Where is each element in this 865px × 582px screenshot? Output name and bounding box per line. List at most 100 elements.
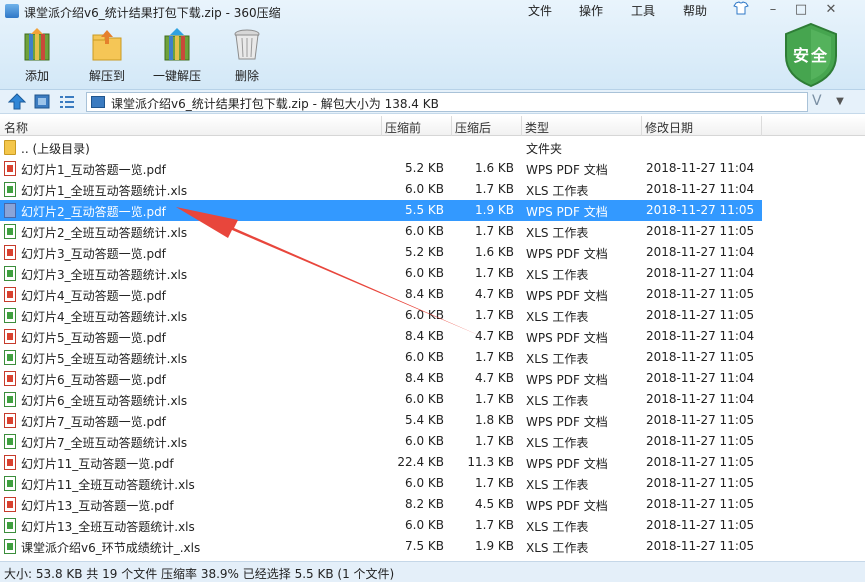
column-divider[interactable]	[381, 116, 382, 136]
table-row[interactable]: 幻灯片11_全班互动答题统计.xls 6.0 KB 1.7 KB XLS 工作表 201…	[0, 473, 762, 494]
table-row[interactable]: 幻灯片13_互动答题一览.pdf 8.2 KB 4.5 KB WPS PDF 文档 20…	[0, 494, 762, 515]
file-date: 2018-11-27 11:05	[646, 224, 755, 238]
file-size: 6.0 KB	[405, 476, 444, 490]
file-size: 6.0 KB	[405, 308, 444, 322]
file-packed-size: 1.7 KB	[475, 476, 514, 490]
file-date: 2018-11-27 11:05	[646, 287, 755, 301]
file-type: WPS PDF 文档	[526, 163, 608, 177]
address-dropdown-icon[interactable]: ▼	[832, 93, 848, 111]
table-row[interactable]: 幻灯片1_全班互动答题统计.xls 6.0 KB 1.7 KB XLS 工作表 2018…	[0, 179, 762, 200]
file-packed-size: 1.7 KB	[475, 350, 514, 364]
one-click-extract-button[interactable]: 一键解压	[149, 26, 205, 86]
menu-help[interactable]: 帮助	[683, 2, 707, 19]
table-row[interactable]: 幻灯片1_互动答题一览.pdf 5.2 KB 1.6 KB WPS PDF 文档 201…	[0, 158, 762, 179]
column-date[interactable]: 修改日期	[645, 119, 693, 136]
file-date: 2018-11-27 11:05	[646, 539, 755, 553]
table-row[interactable]: 幻灯片4_全班互动答题统计.xls 6.0 KB 1.7 KB XLS 工作表 2018…	[0, 305, 762, 326]
close-icon[interactable]: ✕	[820, 1, 842, 19]
file-date: 2018-11-27 11:05	[646, 518, 755, 532]
security-shield[interactable]: 安全	[782, 22, 840, 88]
table-row[interactable]: 幻灯片13_全班互动答题统计.xls 6.0 KB 1.7 KB XLS 工作表 201…	[0, 515, 762, 536]
pdf-file-icon	[4, 413, 16, 428]
xls-file-icon	[4, 182, 16, 197]
file-name: 幻灯片11_互动答题一览.pdf	[21, 457, 174, 471]
file-name: 幻灯片4_互动答题一览.pdf	[21, 289, 166, 303]
window-title: 课堂派介绍v6_统计结果打包下载.zip - 360压缩	[24, 6, 281, 20]
file-name: 幻灯片3_互动答题一览.pdf	[21, 247, 166, 261]
column-size[interactable]: 压缩前	[385, 119, 421, 136]
maximize-icon[interactable]: □	[790, 1, 812, 19]
file-date: 2018-11-27 11:04	[646, 182, 755, 196]
pdf-file-icon	[4, 245, 16, 260]
column-name[interactable]: 名称	[4, 119, 28, 136]
table-row[interactable]: 幻灯片7_互动答题一览.pdf 5.4 KB 1.8 KB WPS PDF 文档 201…	[0, 410, 762, 431]
file-name: 幻灯片13_全班互动答题统计.xls	[21, 520, 195, 534]
file-type: XLS 工作表	[526, 541, 589, 555]
parent-directory-row[interactable]: .. (上级目录) 文件夹	[0, 137, 762, 158]
column-divider[interactable]	[761, 116, 762, 136]
file-date: 2018-11-27 11:05	[646, 476, 755, 490]
file-type: XLS 工作表	[526, 352, 589, 366]
address-field[interactable]: 课堂派介绍v6_统计结果打包下载.zip - 解包大小为 138.4 KB	[86, 92, 808, 112]
table-row[interactable]: 幻灯片7_全班互动答题统计.xls 6.0 KB 1.7 KB XLS 工作表 2018…	[0, 431, 762, 452]
table-row[interactable]: 幻灯片4_互动答题一览.pdf 8.4 KB 4.7 KB WPS PDF 文档 201…	[0, 284, 762, 305]
table-row[interactable]: 幻灯片5_全班互动答题统计.xls 6.0 KB 1.7 KB XLS 工作表 2018…	[0, 347, 762, 368]
large-icon-view-icon[interactable]	[33, 93, 51, 110]
file-type: WPS PDF 文档	[526, 331, 608, 345]
table-row[interactable]: 幻灯片2_全班互动答题统计.xls 6.0 KB 1.7 KB XLS 工作表 2018…	[0, 221, 762, 242]
xls-file-icon	[4, 434, 16, 449]
table-row[interactable]: 幻灯片2_互动答题一览.pdf 5.5 KB 1.9 KB WPS PDF 文档 201…	[0, 200, 762, 221]
file-name: 幻灯片5_全班互动答题统计.xls	[21, 352, 188, 366]
table-row[interactable]: 幻灯片5_互动答题一览.pdf 8.4 KB 4.7 KB WPS PDF 文档 201…	[0, 326, 762, 347]
add-button[interactable]: 添加	[9, 26, 65, 86]
table-row[interactable]: 幻灯片6_互动答题一览.pdf 8.4 KB 4.7 KB WPS PDF 文档 201…	[0, 368, 762, 389]
menu-file[interactable]: 文件	[528, 2, 552, 19]
file-type: WPS PDF 文档	[526, 205, 608, 219]
file-packed-size: 1.7 KB	[475, 434, 514, 448]
extract-to-button[interactable]: 解压到	[79, 26, 135, 86]
file-packed-size: 1.7 KB	[475, 518, 514, 532]
address-search-icon[interactable]: V	[812, 93, 822, 109]
pdf-file-icon	[4, 497, 16, 512]
column-divider[interactable]	[641, 116, 642, 136]
column-divider[interactable]	[521, 116, 522, 136]
file-date: 2018-11-27 11:05	[646, 434, 755, 448]
skin-icon[interactable]	[730, 1, 752, 19]
table-row[interactable]: 课堂派介绍v6_环节成绩统计_.xls 7.5 KB 1.9 KB XLS 工作表 20…	[0, 536, 762, 557]
list-view-icon[interactable]	[58, 93, 76, 110]
table-row[interactable]: 幻灯片3_全班互动答题统计.xls 6.0 KB 1.7 KB XLS 工作表 2018…	[0, 263, 762, 284]
pdf-file-icon	[4, 161, 16, 176]
file-type: XLS 工作表	[526, 310, 589, 324]
up-arrow-icon[interactable]	[8, 93, 26, 110]
column-packed[interactable]: 压缩后	[455, 119, 491, 136]
file-size: 6.0 KB	[405, 350, 444, 364]
delete-button[interactable]: 删除	[219, 26, 275, 86]
column-type[interactable]: 类型	[525, 119, 549, 136]
file-type: WPS PDF 文档	[526, 457, 608, 471]
pdf-file-icon	[4, 287, 16, 302]
menu-operate[interactable]: 操作	[579, 2, 603, 19]
table-row[interactable]: 幻灯片11_互动答题一览.pdf 22.4 KB 11.3 KB WPS PDF 文档…	[0, 452, 762, 473]
file-size: 8.4 KB	[405, 371, 444, 385]
minimize-icon[interactable]: –	[762, 1, 784, 19]
file-name: 幻灯片3_全班互动答题统计.xls	[21, 268, 188, 282]
menu-tools[interactable]: 工具	[631, 2, 655, 19]
file-packed-size: 1.7 KB	[475, 266, 514, 280]
file-size: 6.0 KB	[405, 182, 444, 196]
column-divider[interactable]	[451, 116, 452, 136]
file-type: XLS 工作表	[526, 184, 589, 198]
file-date: 2018-11-27 11:05	[646, 203, 755, 217]
file-packed-size: 1.7 KB	[475, 308, 514, 322]
file-packed-size: 1.6 KB	[475, 245, 514, 259]
file-date: 2018-11-27 11:05	[646, 350, 755, 364]
table-row[interactable]: 幻灯片6_全班互动答题统计.xls 6.0 KB 1.7 KB XLS 工作表 2018…	[0, 389, 762, 410]
file-packed-size: 4.7 KB	[475, 329, 514, 343]
file-size: 5.5 KB	[405, 203, 444, 217]
file-name: 幻灯片5_互动答题一览.pdf	[21, 331, 166, 345]
file-packed-size: 1.9 KB	[475, 539, 514, 553]
delete-label: 删除	[234, 69, 259, 83]
file-name: 幻灯片11_全班互动答题统计.xls	[21, 478, 195, 492]
table-row[interactable]: 幻灯片3_互动答题一览.pdf 5.2 KB 1.6 KB WPS PDF 文档 201…	[0, 242, 762, 263]
file-size: 8.4 KB	[405, 287, 444, 301]
file-size: 6.0 KB	[405, 224, 444, 238]
